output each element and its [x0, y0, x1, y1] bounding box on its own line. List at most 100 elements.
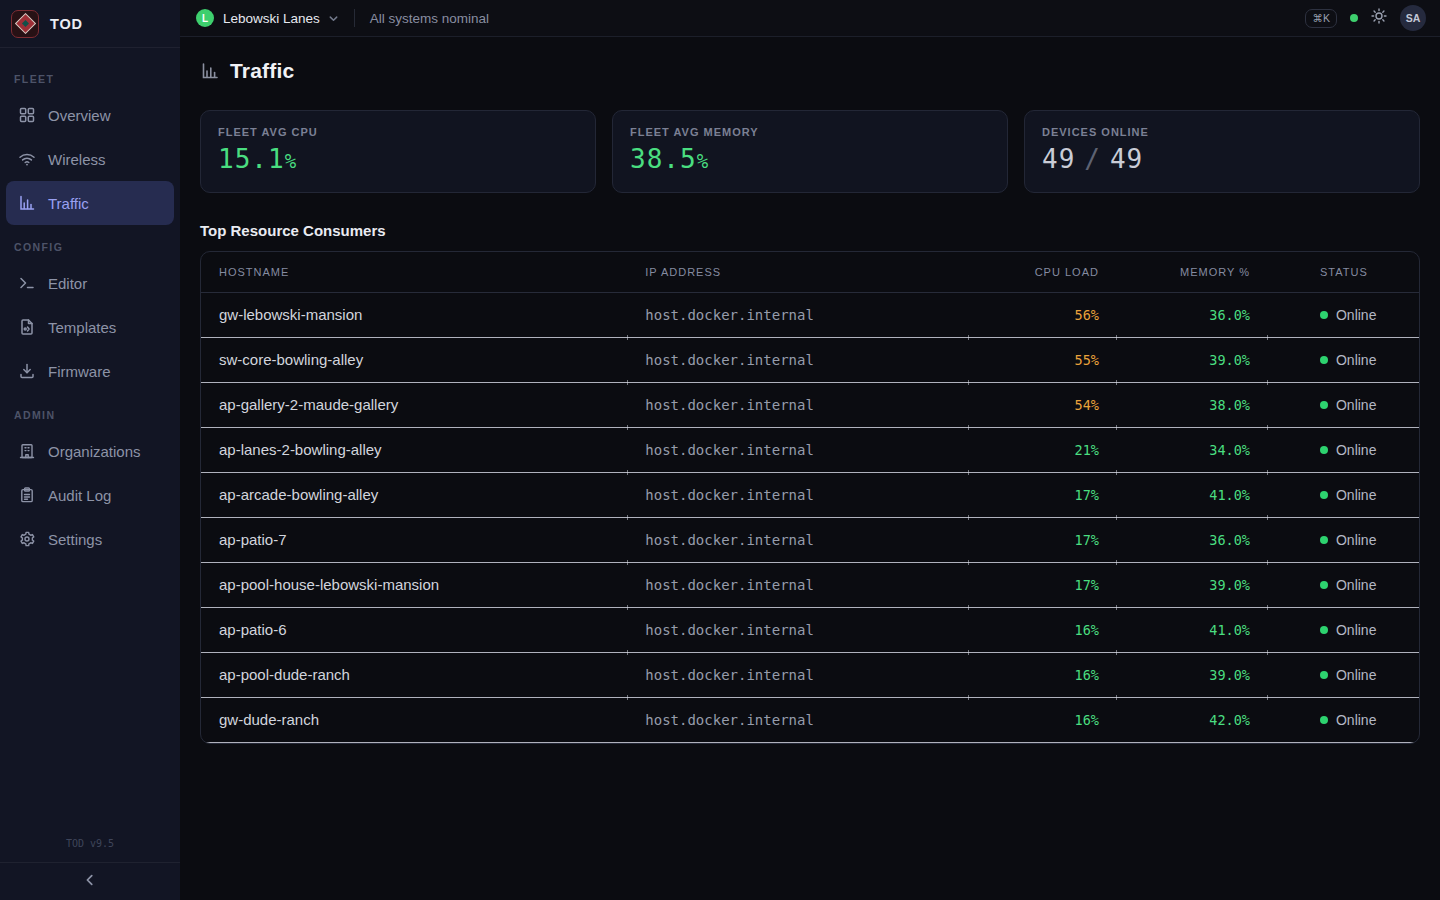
cell-status: Online: [1268, 697, 1419, 742]
cell-memory: 41.0%: [1117, 607, 1268, 652]
app-logo-icon: [11, 10, 39, 38]
cell-memory: 39.0%: [1117, 337, 1268, 382]
cell-ip-address: host.docker.internal: [627, 292, 968, 337]
logo-diamond: [14, 13, 35, 34]
status-label: Online: [1336, 532, 1376, 548]
org-name: Lebowski Lanes: [223, 11, 320, 26]
stat-cards: FLEET AVG CPU 15.1% FLEET AVG MEMORY 38.…: [200, 110, 1420, 193]
cell-cpu-load: 16%: [968, 607, 1117, 652]
sidebar-footer: TOD v9.5: [0, 838, 180, 900]
sidebar-item-label: Templates: [48, 319, 116, 336]
download-icon: [18, 362, 36, 380]
cell-hostname: ap-lanes-2-bowling-alley: [201, 427, 627, 472]
cell-hostname: ap-patio-7: [201, 517, 627, 562]
sidebar-item-audit-log[interactable]: Audit Log: [6, 473, 174, 517]
org-switcher[interactable]: L Lebowski Lanes: [196, 9, 339, 27]
table-row[interactable]: ap-pool-house-lebowski-mansion host.dock…: [201, 562, 1419, 607]
online-status-dot: [1320, 401, 1328, 409]
cell-cpu-load: 17%: [968, 517, 1117, 562]
stat-label: FLEET AVG CPU: [218, 126, 578, 138]
sidebar-item-label: Settings: [48, 531, 102, 548]
status-indicator-dot: [1350, 14, 1358, 22]
cell-memory: 41.0%: [1117, 472, 1268, 517]
status-label: Online: [1336, 442, 1376, 458]
sidebar-item-label: Editor: [48, 275, 87, 292]
table-row[interactable]: ap-lanes-2-bowling-alley host.docker.int…: [201, 427, 1419, 472]
cell-status: Online: [1268, 607, 1419, 652]
column-header-cpu: CPU LOAD: [968, 252, 1117, 292]
status-label: Online: [1336, 352, 1376, 368]
cell-status: Online: [1268, 382, 1419, 427]
cell-ip-address: host.docker.internal: [627, 697, 968, 742]
online-status-dot: [1320, 491, 1328, 499]
theme-toggle-button[interactable]: [1371, 8, 1387, 28]
grid-icon: [18, 106, 36, 124]
cell-memory: 39.0%: [1117, 562, 1268, 607]
column-header-status: STATUS: [1268, 252, 1419, 292]
cell-cpu-load: 17%: [968, 562, 1117, 607]
sidebar-item-traffic[interactable]: Traffic: [6, 181, 174, 225]
table-row[interactable]: ap-patio-6 host.docker.internal 16% 41.0…: [201, 607, 1419, 652]
cell-cpu-load: 16%: [968, 652, 1117, 697]
status-label: Online: [1336, 712, 1376, 728]
status-label: Online: [1336, 487, 1376, 503]
cell-memory: 36.0%: [1117, 517, 1268, 562]
online-status-dot: [1320, 536, 1328, 544]
cell-ip-address: host.docker.internal: [627, 517, 968, 562]
online-status-dot: [1320, 446, 1328, 454]
online-status-dot: [1320, 716, 1328, 724]
sidebar-item-wireless[interactable]: Wireless: [6, 137, 174, 181]
cell-status: Online: [1268, 652, 1419, 697]
table-row[interactable]: ap-gallery-2-maude-gallery host.docker.i…: [201, 382, 1419, 427]
cell-memory: 34.0%: [1117, 427, 1268, 472]
command-palette-shortcut[interactable]: ⌘K: [1305, 9, 1337, 28]
online-status-dot: [1320, 671, 1328, 679]
table-row[interactable]: gw-dude-ranch host.docker.internal 16% 4…: [201, 697, 1419, 742]
sidebar-item-organizations[interactable]: Organizations: [6, 429, 174, 473]
table-row[interactable]: ap-patio-7 host.docker.internal 17% 36.0…: [201, 517, 1419, 562]
table-row[interactable]: sw-core-bowling-alley host.docker.intern…: [201, 337, 1419, 382]
table-row[interactable]: ap-pool-dude-ranch host.docker.internal …: [201, 652, 1419, 697]
cell-hostname: ap-patio-6: [201, 607, 627, 652]
sidebar: TOD FLEET Overview Wireless Traffic CONF…: [0, 0, 180, 900]
sidebar-collapse-button[interactable]: [0, 862, 180, 900]
cell-cpu-load: 56%: [968, 292, 1117, 337]
table-row[interactable]: ap-arcade-bowling-alley host.docker.inte…: [201, 472, 1419, 517]
sidebar-item-label: Firmware: [48, 363, 111, 380]
terminal-icon: [18, 274, 36, 292]
sidebar-item-settings[interactable]: Settings: [6, 517, 174, 561]
cell-ip-address: host.docker.internal: [627, 337, 968, 382]
cell-memory: 36.0%: [1117, 292, 1268, 337]
sidebar-item-overview[interactable]: Overview: [6, 93, 174, 137]
sidebar-item-firmware[interactable]: Firmware: [6, 349, 174, 393]
cell-cpu-load: 54%: [968, 382, 1117, 427]
stat-label: DEVICES ONLINE: [1042, 126, 1402, 138]
nav-section-label: ADMIN: [6, 393, 174, 429]
app-logo-row: TOD: [0, 0, 180, 48]
sidebar-item-editor[interactable]: Editor: [6, 261, 174, 305]
cell-ip-address: host.docker.internal: [627, 472, 968, 517]
sidebar-item-templates[interactable]: Templates: [6, 305, 174, 349]
nav-section-label: CONFIG: [6, 225, 174, 261]
cell-status: Online: [1268, 562, 1419, 607]
divider: [354, 9, 355, 27]
stat-value: 15.1%: [218, 144, 578, 174]
app-name: TOD: [50, 16, 83, 32]
stat-value: 38.5%: [630, 144, 990, 174]
stat-label: FLEET AVG MEMORY: [630, 126, 990, 138]
cell-ip-address: host.docker.internal: [627, 607, 968, 652]
cell-hostname: ap-arcade-bowling-alley: [201, 472, 627, 517]
table-row[interactable]: gw-lebowski-mansion host.docker.internal…: [201, 292, 1419, 337]
stat-card: DEVICES ONLINE 49/49: [1024, 110, 1420, 193]
wifi-icon: [18, 150, 36, 168]
cell-cpu-load: 17%: [968, 472, 1117, 517]
page-content: Traffic FLEET AVG CPU 15.1% FLEET AVG ME…: [180, 37, 1440, 744]
user-avatar[interactable]: SA: [1400, 5, 1426, 31]
main-area: L Lebowski Lanes All systems nominal ⌘K …: [180, 0, 1440, 900]
sidebar-item-label: Overview: [48, 107, 111, 124]
cell-cpu-load: 55%: [968, 337, 1117, 382]
app-version: TOD v9.5: [0, 838, 180, 862]
status-label: Online: [1336, 622, 1376, 638]
stat-card: FLEET AVG CPU 15.1%: [200, 110, 596, 193]
building-icon: [18, 442, 36, 460]
